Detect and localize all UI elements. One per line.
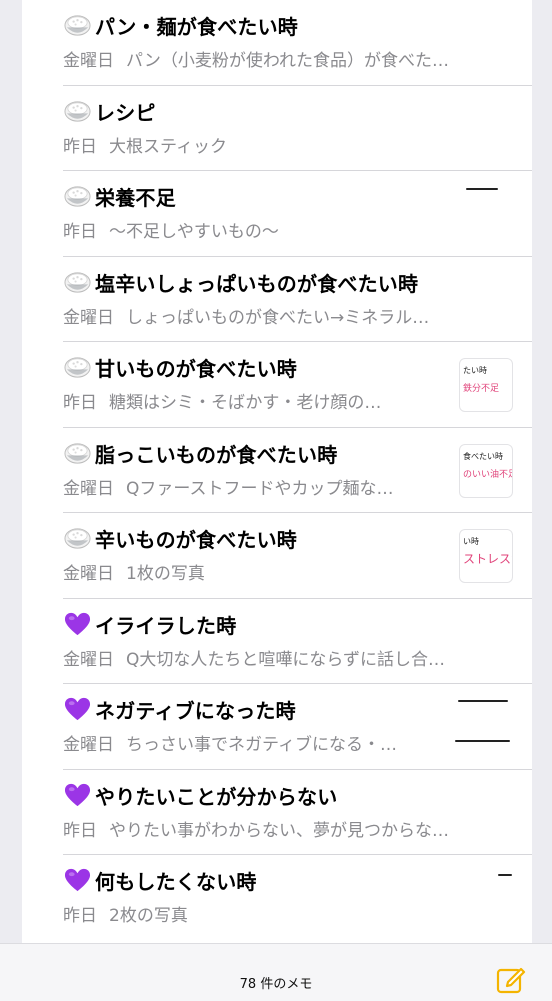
thumbnail-text: 鉄分不足 — [463, 384, 500, 394]
redaction-stroke — [455, 740, 510, 742]
note-thumbnail[interactable]: たい時 鉄分不足 — [459, 358, 513, 412]
purple-heart-icon — [63, 782, 95, 809]
note-preview: Q大切な人たちと喧嘩にならずに話し合… — [126, 649, 446, 670]
list-item[interactable]: 甘いものが食べたい時 昨日 糖類はシミ・そばかす・老け顔の… たい時 鉄分不足 — [22, 342, 532, 428]
note-title: 脂っこいものが食べたい時 — [95, 442, 338, 467]
purple-heart-icon — [63, 867, 95, 894]
list-item[interactable]: 何もしたくない時 昨日 2枚の写真 — [22, 855, 532, 941]
notes-list[interactable]: パン・麺が食べたい時 金曜日 パン（小麦粉が使われた食品）が食べた… レシピ 昨… — [22, 0, 532, 943]
note-date: 金曜日 — [63, 735, 114, 755]
note-title: 甘いものが食べたい時 — [95, 357, 297, 381]
note-date: 昨日 — [63, 820, 97, 841]
note-preview: しょっぱいものが食べたい→ミネラル… — [126, 307, 430, 328]
note-preview: やりたい事がわからない、夢が見つからな… — [109, 820, 449, 841]
thumbnail-text: のいい油不足 — [463, 469, 513, 480]
list-item[interactable]: 脂っこいものが食べたい時 金曜日 Qファーストフードやカップ麺な… 食べたい時 … — [22, 428, 532, 514]
note-title: イライラした時 — [95, 613, 237, 638]
thumbnail-text: ストレスか — [463, 552, 512, 566]
note-preview: 〜不足しやすいもの〜 — [109, 222, 279, 242]
note-preview: Qファーストフードやカップ麺な… — [126, 478, 394, 499]
rice-bowl-icon — [63, 269, 95, 296]
note-preview: 糖類はシミ・そばかす・老け顔の… — [109, 393, 382, 413]
background-edge — [532, 0, 552, 943]
note-date: 昨日 — [63, 136, 97, 157]
note-date: 昨日 — [63, 393, 97, 413]
thumbnail-text: い時 — [463, 537, 479, 546]
note-title: レシピ — [95, 100, 156, 125]
note-title: 何もしたくない時 — [95, 870, 257, 894]
note-title: やりたいことが分からない — [95, 784, 338, 809]
note-thumbnail[interactable]: い時 ストレスか — [459, 529, 513, 583]
list-item[interactable]: レシピ 昨日 大根スティック — [22, 86, 532, 172]
rice-bowl-icon — [63, 98, 95, 125]
purple-heart-icon — [63, 696, 95, 723]
rice-bowl-icon — [63, 354, 95, 381]
rice-bowl-icon — [63, 440, 95, 467]
note-date: 金曜日 — [63, 478, 114, 499]
compose-icon[interactable] — [496, 964, 526, 994]
note-title: パン・麺が食べたい時 — [95, 15, 298, 39]
redaction-stroke — [458, 700, 508, 702]
note-preview: パン（小麦粉が使われた食品）が食べた… — [126, 51, 449, 71]
list-item[interactable]: パン・麺が食べたい時 金曜日 パン（小麦粉が使われた食品）が食べた… — [22, 0, 532, 86]
note-date: 昨日 — [63, 906, 97, 926]
note-date: 金曜日 — [63, 564, 114, 584]
note-thumbnail[interactable]: 食べたい時 のいい油不足 — [459, 443, 513, 498]
list-item[interactable]: ネガティブになった時 金曜日 ちっさい事でネガティブになる・… — [22, 684, 532, 770]
note-title: 塩辛いしょっぱいものが食べたい時 — [95, 271, 419, 296]
note-title: 栄養不足 — [95, 186, 176, 210]
thumbnail-text: たい時 — [463, 366, 487, 375]
rice-bowl-icon — [63, 525, 95, 552]
rice-bowl-icon — [63, 12, 95, 39]
thumbnail-text: 食べたい時 — [463, 451, 503, 461]
list-item[interactable]: 塩辛いしょっぱいものが食べたい時 金曜日 しょっぱいものが食べたい→ミネラル… — [22, 257, 532, 343]
notes-count: 78 件のメモ — [239, 977, 313, 992]
redaction-stroke — [498, 874, 512, 876]
note-title: ネガティブになった時 — [95, 699, 296, 723]
note-title: 辛いものが食べたい時 — [95, 528, 297, 552]
note-date: 金曜日 — [63, 307, 114, 328]
list-item[interactable]: イライラした時 金曜日 Q大切な人たちと喧嘩にならずに話し合… — [22, 599, 532, 685]
note-preview: 2枚の写真 — [109, 906, 188, 926]
purple-heart-icon — [63, 611, 95, 638]
rice-bowl-icon — [63, 183, 95, 210]
note-date: 金曜日 — [63, 51, 114, 71]
note-preview: 1枚の写真 — [126, 564, 205, 584]
bottom-toolbar: 78 件のメモ — [0, 943, 552, 1001]
note-preview: 大根スティック — [109, 136, 227, 157]
note-date: 昨日 — [63, 222, 97, 242]
redaction — [452, 180, 512, 200]
note-preview: ちっさい事でネガティブになる・… — [126, 735, 397, 755]
list-item[interactable]: やりたいことが分からない 昨日 やりたい事がわからない、夢が見つからな… — [22, 770, 532, 856]
note-date: 金曜日 — [63, 649, 114, 670]
redaction-stroke — [466, 188, 498, 190]
list-item[interactable]: 辛いものが食べたい時 金曜日 1枚の写真 い時 ストレスか — [22, 513, 532, 599]
